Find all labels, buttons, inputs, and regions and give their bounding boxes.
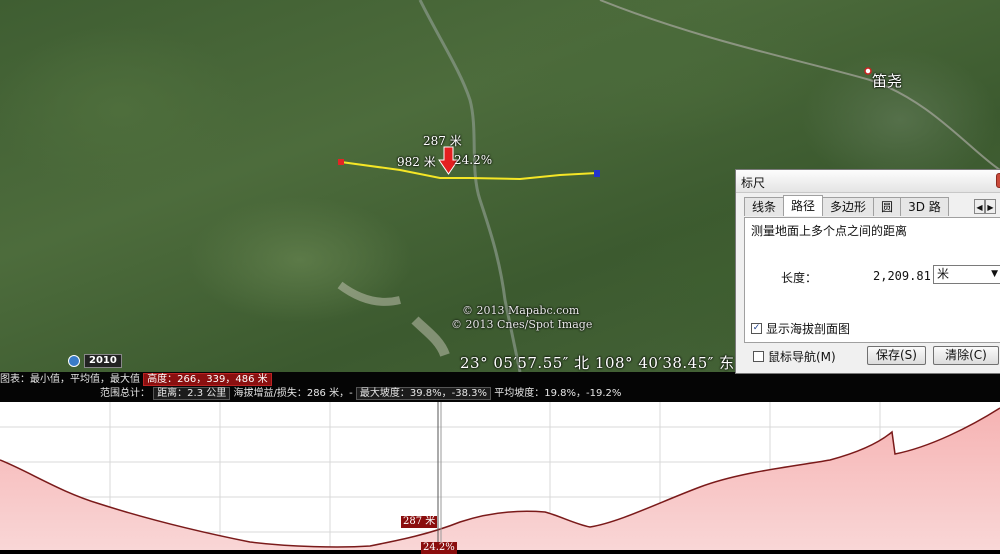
end-marker[interactable]	[594, 170, 600, 177]
road	[599, 0, 1000, 171]
copyright-text: © 2013 Mapabc.com	[462, 304, 580, 317]
dialog-titlebar[interactable]: 标尺	[736, 170, 1000, 193]
unit-select[interactable]: 米 ▼	[933, 265, 1000, 284]
scroll-right-icon[interactable]: ▶	[985, 199, 996, 214]
length-label: 长度：	[781, 271, 818, 285]
elevation-area	[0, 408, 1000, 550]
cursor-grade-tag: 24.2%	[421, 542, 457, 554]
cursor-elevation-tag: 287 米	[401, 516, 438, 528]
town-label[interactable]: 笛尧	[872, 70, 902, 91]
quarry	[411, 316, 450, 357]
tab-circle[interactable]: 圆	[873, 197, 902, 216]
distance-label: 982 米	[397, 155, 436, 169]
range-row: 范围总计： 距离：2.3 公里 海拔增益/损失：286 米，- 最大坡度：39.…	[100, 387, 621, 400]
tab-panel: 测量地面上多个点之间的距离 长度： 2,209.81 米 ▼ ✓ 显示海拔剖面图	[744, 217, 1000, 343]
copyright-text: © 2013 Cnes/Spot Image	[451, 318, 593, 331]
panel-description: 测量地面上多个点之间的距离	[751, 224, 908, 238]
chevron-down-icon: ▼	[991, 269, 998, 279]
mouse-nav-option[interactable]: 鼠标导航(M)	[753, 348, 836, 365]
elevation-profile-chart[interactable]: 287 米 24.2%	[0, 402, 1000, 554]
clock-icon[interactable]	[68, 355, 80, 367]
close-button[interactable]	[996, 173, 1000, 188]
grade-label: 24.2%	[454, 153, 493, 167]
tab-path[interactable]: 路径	[783, 195, 824, 216]
avg-grade-stat: 平均坡度：19.8%，-19.2%	[494, 388, 622, 399]
distance-stat: 距离：2.3 公里	[153, 387, 231, 400]
save-button[interactable]: 保存(S)	[867, 346, 926, 365]
unit-value: 米	[937, 267, 950, 281]
profile-info-bar: 图表：最小值，平均值，最大值 高度：266，339，486 米 范围总计： 距离…	[0, 372, 1000, 402]
tab-line[interactable]: 线条	[744, 197, 785, 216]
max-grade-stat: 最大坡度：39.8%，-38.3%	[355, 387, 492, 400]
elevation-label: 287 米	[423, 134, 462, 148]
length-value: 2,209.81	[873, 269, 931, 283]
mouse-nav-checkbox[interactable]	[753, 351, 764, 362]
ruler-dialog: 标尺 线条 路径 多边形 圆 3D 路 ◀ ▶ 测量地面上多个点之间的距离 长度…	[735, 169, 1000, 374]
tab-strip: 线条 路径 多边形 圆 3D 路	[744, 195, 949, 217]
tab-polygon[interactable]: 多边形	[822, 197, 875, 216]
quarry	[337, 281, 401, 306]
start-marker[interactable]	[338, 159, 344, 165]
tab-3d-path[interactable]: 3D 路	[900, 197, 949, 216]
show-profile-option[interactable]: ✓ 显示海拔剖面图	[751, 320, 850, 337]
height-stats: 高度：266，339，486 米	[143, 373, 272, 386]
tab-scroll: ◀ ▶	[974, 199, 996, 214]
clear-button[interactable]: 清除(C)	[933, 346, 999, 365]
gain-loss-stat: 海拔增益/损失：286 米，-	[233, 388, 353, 399]
show-profile-label: 显示海拔剖面图	[766, 322, 851, 336]
range-label: 范围总计：	[100, 388, 150, 399]
stats-row: 图表：最小值，平均值，最大值 高度：266，339，486 米	[0, 373, 272, 386]
scroll-left-icon[interactable]: ◀	[974, 199, 985, 214]
stats-label: 图表：最小值，平均值，最大值	[0, 374, 140, 385]
imagery-year: 2010	[84, 354, 122, 368]
town-pin-icon[interactable]	[864, 67, 872, 75]
profile-svg	[0, 402, 1000, 550]
dialog-title: 标尺	[741, 176, 766, 190]
mouse-nav-label: 鼠标导航(M)	[768, 350, 836, 364]
coordinates-readout: 23° 05′57.55″ 北 108° 40′38.45″ 东	[460, 354, 735, 372]
show-profile-checkbox[interactable]: ✓	[751, 323, 762, 334]
imagery-date[interactable]: 2010	[68, 354, 122, 368]
